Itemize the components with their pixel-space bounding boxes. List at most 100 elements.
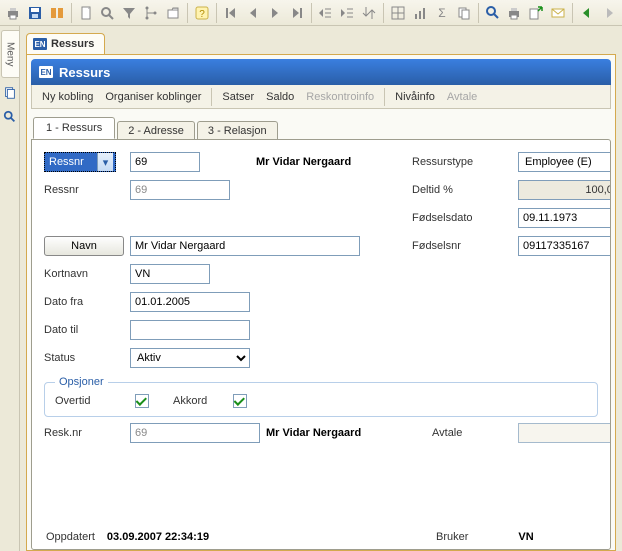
help-icon[interactable]: ? bbox=[192, 2, 212, 24]
resource-name-display: Mr Vidar Nergaard bbox=[256, 156, 406, 168]
grid-icon[interactable] bbox=[388, 2, 408, 24]
open-icon[interactable] bbox=[163, 2, 183, 24]
search-side-icon[interactable] bbox=[1, 108, 19, 126]
menu-nivainfo[interactable]: Nivåinfo bbox=[389, 87, 441, 107]
datofra-input[interactable] bbox=[130, 292, 250, 312]
status-select[interactable]: Aktiv bbox=[130, 348, 250, 368]
overtid-label: Overtid bbox=[55, 395, 135, 407]
resk-label: Resk.nr bbox=[44, 427, 124, 439]
sum-icon[interactable]: Σ bbox=[432, 2, 452, 24]
prev-icon[interactable] bbox=[243, 2, 263, 24]
status-footer: Oppdatert 03.09.2007 22:34:19 Bruker VN bbox=[46, 531, 596, 543]
opsjoner-legend: Opsjoner bbox=[55, 376, 108, 388]
fwd-arrow-icon[interactable] bbox=[599, 2, 619, 24]
akkord-label: Akkord bbox=[173, 395, 233, 407]
tab-relasjon[interactable]: 3 - Relasjon bbox=[197, 121, 278, 140]
navn-input[interactable] bbox=[130, 236, 360, 256]
search-icon[interactable] bbox=[98, 2, 118, 24]
first-icon[interactable] bbox=[221, 2, 241, 24]
chart-icon[interactable] bbox=[410, 2, 430, 24]
menu-avtale: Avtale bbox=[441, 87, 483, 107]
back-arrow-icon[interactable] bbox=[577, 2, 597, 24]
toolbar-separator bbox=[71, 3, 72, 23]
export-icon[interactable] bbox=[526, 2, 546, 24]
svg-text:Σ: Σ bbox=[438, 6, 445, 20]
oppdatert-value: 03.09.2007 22:34:19 bbox=[107, 531, 209, 543]
toolbar-separator bbox=[311, 3, 312, 23]
docs-icon[interactable] bbox=[1, 84, 19, 102]
ressurstype-select[interactable]: Employee (E) bbox=[518, 152, 611, 172]
deltid-label: Deltid % bbox=[412, 184, 512, 196]
avtale-select bbox=[518, 423, 611, 443]
datofra-label: Dato fra bbox=[44, 296, 124, 308]
document-tabbar: EN Ressurs bbox=[26, 30, 616, 54]
window-titlebar: EN Ressurs bbox=[31, 59, 611, 85]
menu-organiser-koblinger[interactable]: Organiser koblinger bbox=[99, 87, 207, 107]
menu-saldo[interactable]: Saldo bbox=[260, 87, 300, 107]
ressurstype-label: Ressurstype bbox=[412, 156, 512, 168]
ressnr-input[interactable] bbox=[130, 152, 200, 172]
top-toolbar: ? Σ bbox=[0, 0, 622, 26]
menu-separator bbox=[384, 88, 385, 106]
app-icon: EN bbox=[33, 38, 47, 50]
ressnr2-readonly bbox=[130, 180, 230, 200]
find-icon[interactable] bbox=[47, 2, 67, 24]
app-icon: EN bbox=[39, 66, 53, 78]
next-icon[interactable] bbox=[265, 2, 285, 24]
preview-icon[interactable] bbox=[483, 2, 503, 24]
opsjoner-fieldset: Opsjoner Overtid Akkord bbox=[44, 376, 598, 417]
bruker-value: VN bbox=[518, 531, 533, 543]
kortnavn-label: Kortnavn bbox=[44, 268, 124, 280]
tab-adresse[interactable]: 2 - Adresse bbox=[117, 121, 195, 140]
sub-menubar: Ny kobling Organiser koblinger Satser Sa… bbox=[31, 85, 611, 109]
indent-icon[interactable] bbox=[337, 2, 357, 24]
print2-icon[interactable] bbox=[504, 2, 524, 24]
toolbar-separator bbox=[572, 3, 573, 23]
fodselsnr-label: Fødselsnr bbox=[412, 240, 512, 252]
save-icon[interactable] bbox=[25, 2, 45, 24]
window-title: Ressurs bbox=[59, 65, 110, 80]
fodselsdato-input[interactable] bbox=[518, 208, 611, 228]
menu-reskontroinfo: Reskontroinfo bbox=[300, 87, 380, 107]
resk-name-display: Mr Vidar Nergaard bbox=[266, 427, 426, 439]
datotil-input[interactable] bbox=[130, 320, 250, 340]
avtale-label: Avtale bbox=[432, 427, 512, 439]
menu-satser[interactable]: Satser bbox=[216, 87, 260, 107]
menu-separator bbox=[211, 88, 212, 106]
menu-ny-kobling[interactable]: Ny kobling bbox=[36, 87, 99, 107]
sort-icon[interactable] bbox=[359, 2, 379, 24]
mail-icon[interactable] bbox=[548, 2, 568, 24]
document-tab-ressurs[interactable]: EN Ressurs bbox=[26, 33, 105, 54]
navn-button[interactable]: Navn bbox=[44, 236, 124, 256]
filter-icon[interactable] bbox=[119, 2, 139, 24]
overtid-checkbox[interactable] bbox=[135, 394, 149, 408]
ressnr2-label: Ressnr bbox=[44, 184, 124, 196]
bruker-label: Bruker bbox=[436, 531, 468, 543]
akkord-checkbox[interactable] bbox=[233, 394, 247, 408]
form-panel: Ressnr ▾ Mr Vidar Nergaard Ressurstype E… bbox=[31, 139, 611, 550]
left-sidebar: Meny bbox=[0, 26, 20, 551]
resk-readonly bbox=[130, 423, 260, 443]
new-icon[interactable] bbox=[76, 2, 96, 24]
last-icon[interactable] bbox=[287, 2, 307, 24]
deltid-readonly bbox=[518, 180, 611, 200]
tab-ressurs[interactable]: 1 - Ressurs bbox=[33, 117, 115, 139]
tree-icon[interactable] bbox=[141, 2, 161, 24]
document-tab-label: Ressurs bbox=[51, 38, 94, 50]
kortnavn-input[interactable] bbox=[130, 264, 210, 284]
toolbar-separator bbox=[187, 3, 188, 23]
outdent-icon[interactable] bbox=[315, 2, 335, 24]
ressnr-dropdown[interactable]: Ressnr ▾ bbox=[44, 152, 116, 172]
toolbar-separator bbox=[478, 3, 479, 23]
form-grid: Ressnr ▾ Mr Vidar Nergaard Ressurstype E… bbox=[44, 152, 598, 368]
oppdatert-label: Oppdatert bbox=[46, 531, 95, 543]
print-icon[interactable] bbox=[3, 2, 23, 24]
workspace: EN Ressurs EN Ressurs Ny kobling Organis… bbox=[20, 26, 622, 551]
copy-icon[interactable] bbox=[454, 2, 474, 24]
meny-tab[interactable]: Meny bbox=[1, 30, 19, 78]
fodselsnr-input[interactable] bbox=[518, 236, 611, 256]
svg-text:?: ? bbox=[199, 9, 205, 20]
ressnr-dropdown-label: Ressnr bbox=[49, 156, 84, 168]
datotil-label: Dato til bbox=[44, 324, 124, 336]
fodselsdato-label: Fødselsdato bbox=[412, 212, 512, 224]
